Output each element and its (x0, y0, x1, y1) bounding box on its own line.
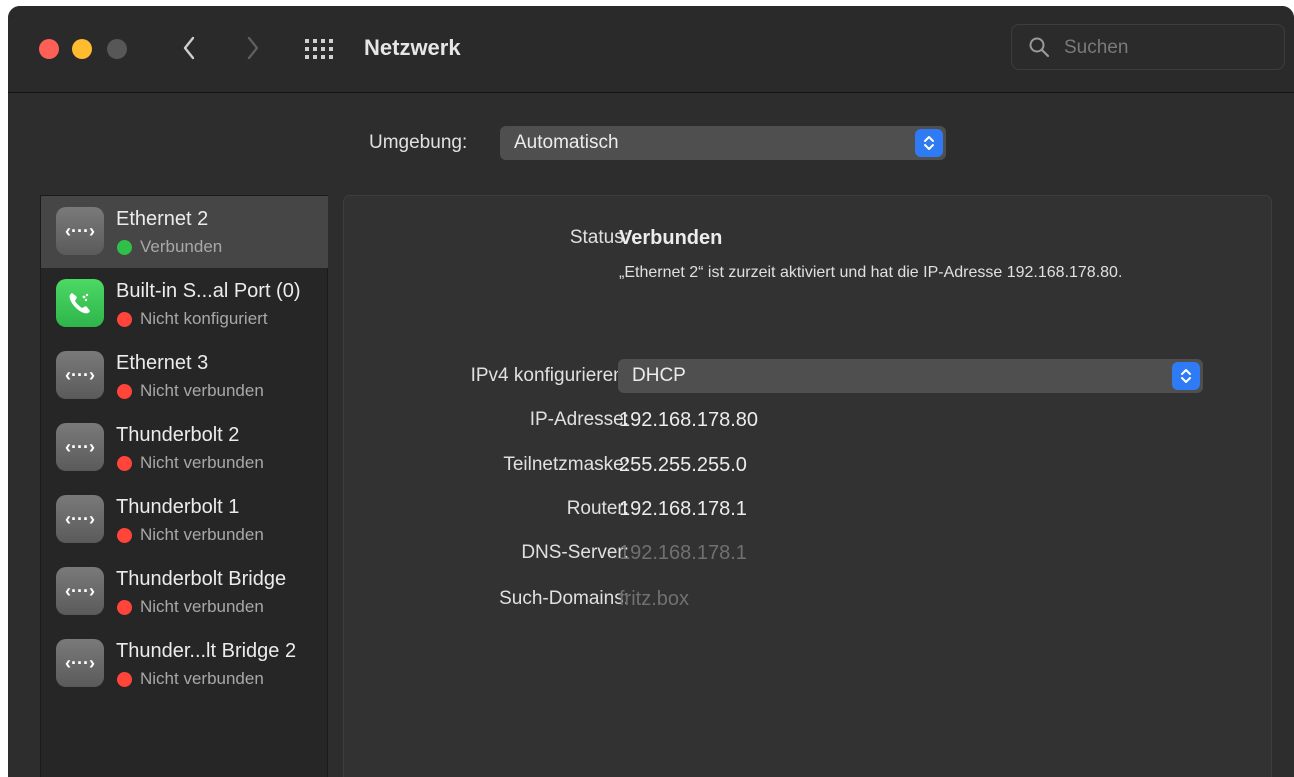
network-preferences-window: Netzwerk Umgebung: Automatisch ‹···› Eth… (8, 6, 1294, 777)
status-dot-icon (117, 384, 132, 399)
title-bar: Netzwerk (8, 6, 1294, 93)
service-name: Ethernet 2 (116, 208, 209, 230)
service-name: Ethernet 3 (116, 352, 209, 374)
forward-button[interactable] (240, 32, 266, 64)
ethernet-icon: ‹···› (56, 207, 104, 255)
ipv4-config-select[interactable]: DHCP (618, 359, 1203, 393)
service-item-ethernet-3[interactable]: ‹···› Ethernet 3 Nicht verbunden (41, 340, 328, 412)
service-name: Thunderbolt Bridge (116, 568, 287, 590)
location-label: Umgebung: (369, 132, 468, 153)
ethernet-icon: ‹···› (56, 567, 104, 615)
search-input[interactable] (1062, 33, 1276, 63)
service-status: Verbunden (140, 237, 223, 256)
service-status: Nicht verbunden (140, 453, 264, 472)
ipv4-select-value: DHCP (632, 365, 686, 386)
minimize-window-button[interactable] (72, 39, 92, 59)
service-item-thunderbolt-1[interactable]: ‹···› Thunderbolt 1 Nicht verbunden (41, 484, 328, 556)
ip-address-label: IP-Adresse: (529, 409, 629, 430)
ipv4-stepper-icon (1172, 362, 1200, 390)
subnet-mask-value: 255.255.255.0 (619, 454, 747, 476)
location-select-value: Automatisch (514, 132, 619, 153)
ipv4-label: IPv4 konfigurieren: (470, 365, 629, 386)
phone-icon (56, 279, 104, 327)
service-name: Thunder...lt Bridge 2 (116, 640, 297, 662)
service-name: Thunderbolt 1 (116, 496, 240, 518)
status-dot-icon (117, 672, 132, 687)
status-dot-icon (117, 312, 132, 327)
close-window-button[interactable] (39, 39, 59, 59)
status-dot-icon (117, 528, 132, 543)
service-item-ethernet-2[interactable]: ‹···› Ethernet 2 Verbunden (41, 196, 328, 268)
service-item-thunderbolt-bridge-2[interactable]: ‹···› Thunder...lt Bridge 2 Nicht verbun… (41, 628, 328, 700)
ethernet-icon: ‹···› (56, 639, 104, 687)
chevron-right-icon (247, 36, 259, 60)
search-icon (1029, 37, 1050, 58)
location-select[interactable]: Automatisch (500, 126, 946, 160)
ethernet-icon: ‹···› (56, 423, 104, 471)
search-domains-value: fritz.box (619, 588, 690, 610)
ethernet-icon: ‹···› (56, 495, 104, 543)
service-status: Nicht verbunden (140, 381, 264, 400)
service-name: Thunderbolt 2 (116, 424, 240, 446)
service-status: Nicht verbunden (140, 525, 264, 544)
service-name: Built-in S...al Port (0) (116, 280, 301, 302)
location-stepper-icon (915, 129, 943, 157)
service-list: ‹···› Ethernet 2 Verbunden Built-in S...… (40, 195, 328, 777)
show-all-grid-icon[interactable] (304, 37, 338, 61)
search-domains-label: Such-Domains: (499, 588, 629, 609)
ip-address-value: 192.168.178.80 (619, 409, 759, 431)
status-dot-icon (117, 456, 132, 471)
status-dot-icon (117, 240, 132, 255)
window-title: Netzwerk (364, 35, 461, 60)
service-item-builtin-serial-port[interactable]: Built-in S...al Port (0) Nicht konfiguri… (41, 268, 328, 340)
service-item-thunderbolt-bridge[interactable]: ‹···› Thunderbolt Bridge Nicht verbunden (41, 556, 328, 628)
router-value: 192.168.178.1 (619, 498, 747, 520)
dns-server-value: 192.168.178.1 (619, 542, 747, 564)
service-item-thunderbolt-2[interactable]: ‹···› Thunderbolt 2 Nicht verbunden (41, 412, 328, 484)
status-description: „Ethernet 2“ ist zurzeit aktiviert und h… (619, 264, 1123, 281)
service-status: Nicht verbunden (140, 597, 264, 616)
status-dot-icon (117, 600, 132, 615)
service-status: Nicht verbunden (140, 669, 264, 688)
search-field[interactable] (1011, 24, 1285, 70)
back-button[interactable] (176, 32, 202, 64)
subnet-mask-label: Teilnetzmaske: (503, 454, 629, 475)
service-status: Nicht konfiguriert (140, 309, 268, 328)
zoom-window-button[interactable] (107, 39, 127, 59)
status-value: Verbunden (619, 227, 723, 249)
dns-server-label: DNS-Server: (521, 542, 629, 563)
ethernet-icon: ‹···› (56, 351, 104, 399)
chevron-left-icon (183, 36, 195, 60)
